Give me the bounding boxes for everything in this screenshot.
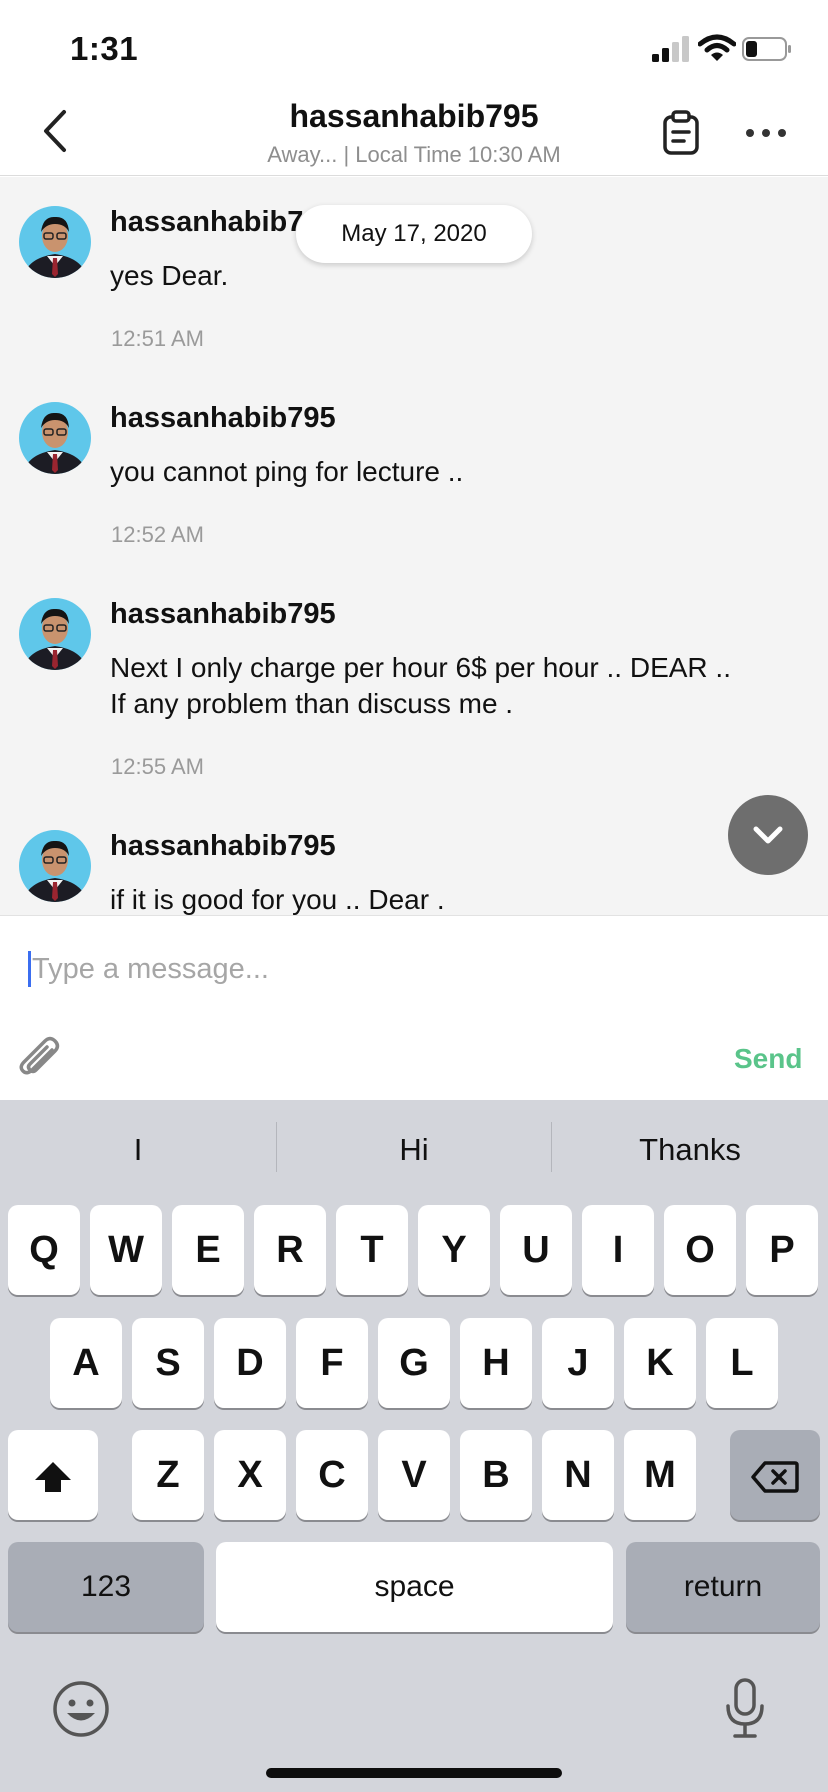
message-input[interactable] bbox=[28, 944, 788, 994]
key-u[interactable]: U bbox=[500, 1205, 572, 1295]
key-b[interactable]: B bbox=[460, 1430, 532, 1520]
suggestion-item[interactable]: Thanks bbox=[552, 1114, 828, 1186]
scroll-to-bottom-button[interactable] bbox=[728, 795, 808, 875]
message-text-line: If any problem than discuss me . bbox=[110, 688, 514, 719]
key-m[interactable]: M bbox=[624, 1430, 696, 1520]
key-o[interactable]: O bbox=[664, 1205, 736, 1295]
key-t[interactable]: T bbox=[336, 1205, 408, 1295]
suggestion-item[interactable]: I bbox=[0, 1114, 276, 1186]
key-n[interactable]: N bbox=[542, 1430, 614, 1520]
key-i[interactable]: I bbox=[582, 1205, 654, 1295]
delete-key[interactable] bbox=[730, 1430, 820, 1520]
more-options-icon[interactable] bbox=[744, 126, 788, 140]
avatar[interactable] bbox=[19, 206, 91, 278]
key-v[interactable]: V bbox=[378, 1430, 450, 1520]
avatar[interactable] bbox=[19, 598, 91, 670]
status-time: 1:31 bbox=[70, 30, 139, 67]
home-indicator bbox=[266, 1768, 562, 1778]
suggestion-bar: I Hi Thanks bbox=[0, 1100, 828, 1200]
key-z[interactable]: Z bbox=[132, 1430, 204, 1520]
key-w[interactable]: W bbox=[90, 1205, 162, 1295]
space-key[interactable]: space bbox=[216, 1542, 613, 1632]
return-key[interactable]: return bbox=[626, 1542, 820, 1632]
emoji-icon[interactable] bbox=[52, 1680, 110, 1738]
key-x[interactable]: X bbox=[214, 1430, 286, 1520]
paperclip-icon[interactable] bbox=[18, 1036, 62, 1082]
key-c[interactable]: C bbox=[296, 1430, 368, 1520]
message-timestamp: 12:51 AM bbox=[111, 326, 204, 351]
message-sender: hassanhabib795 bbox=[110, 830, 336, 862]
message-sender: hassanhabib795 bbox=[110, 402, 336, 434]
message-text: Next I only charge per hour 6$ per hour … bbox=[110, 650, 810, 722]
key-r[interactable]: R bbox=[254, 1205, 326, 1295]
status-bar: 1:31 bbox=[0, 0, 828, 92]
key-p[interactable]: P bbox=[746, 1205, 818, 1295]
battery-icon bbox=[742, 37, 791, 61]
message-text: if it is good for you .. Dear . bbox=[110, 884, 445, 915]
key-f[interactable]: F bbox=[296, 1318, 368, 1408]
date-pill: May 17, 2020 bbox=[296, 205, 532, 263]
key-e[interactable]: E bbox=[172, 1205, 244, 1295]
key-g[interactable]: G bbox=[378, 1318, 450, 1408]
message-timestamp: 12:52 AM bbox=[111, 522, 204, 547]
shift-key[interactable] bbox=[8, 1430, 98, 1520]
message-text: you cannot ping for lecture .. bbox=[110, 456, 464, 487]
suggestion-item[interactable]: Hi bbox=[277, 1114, 551, 1186]
message-text-line: Next I only charge per hour 6$ per hour … bbox=[110, 652, 731, 683]
key-d[interactable]: D bbox=[214, 1318, 286, 1408]
key-q[interactable]: Q bbox=[8, 1205, 80, 1295]
key-s[interactable]: S bbox=[132, 1318, 204, 1408]
numbers-key[interactable]: 123 bbox=[8, 1542, 204, 1632]
cellular-signal-icon bbox=[652, 36, 689, 62]
backspace-icon bbox=[751, 1461, 799, 1493]
microphone-icon[interactable] bbox=[725, 1678, 765, 1740]
message-sender: hassanhabib7 bbox=[110, 206, 304, 238]
message-text: yes Dear. bbox=[110, 260, 229, 291]
key-l[interactable]: L bbox=[706, 1318, 778, 1408]
shift-arrow-icon bbox=[35, 1461, 71, 1492]
avatar[interactable] bbox=[19, 402, 91, 474]
message-list[interactable]: hassanhabib7 yes Dear. 12:51 AM hassanha… bbox=[0, 177, 828, 915]
chat-header: hassanhabib795 Away... | Local Time 10:3… bbox=[0, 92, 828, 176]
wifi-icon bbox=[698, 34, 736, 61]
avatar[interactable] bbox=[19, 830, 91, 902]
key-j[interactable]: J bbox=[542, 1318, 614, 1408]
keyboard: I Hi Thanks Q W E R T Y U I O P A S D F … bbox=[0, 1100, 828, 1792]
message-timestamp: 12:55 AM bbox=[111, 754, 204, 779]
message-sender: hassanhabib795 bbox=[110, 598, 336, 630]
contact-name: hassanhabib795 bbox=[289, 98, 539, 134]
contact-status: Away... | Local Time 10:30 AM bbox=[267, 142, 561, 167]
key-h[interactable]: H bbox=[460, 1318, 532, 1408]
key-a[interactable]: A bbox=[50, 1318, 122, 1408]
message-composer: Send bbox=[0, 915, 828, 1100]
key-k[interactable]: K bbox=[624, 1318, 696, 1408]
send-button[interactable]: Send bbox=[734, 1043, 802, 1075]
chevron-down-icon bbox=[753, 826, 783, 844]
clipboard-icon[interactable] bbox=[662, 110, 700, 156]
key-y[interactable]: Y bbox=[418, 1205, 490, 1295]
